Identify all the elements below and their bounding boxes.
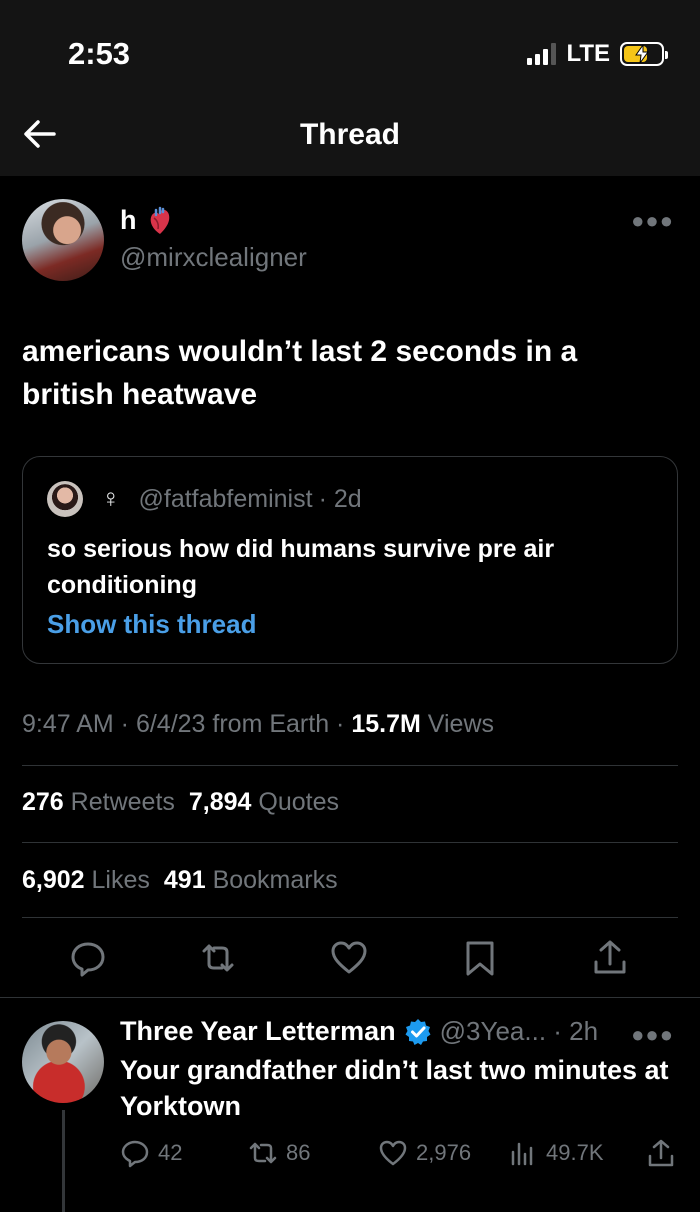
female-sign-icon: ♀	[101, 483, 121, 513]
quote-avatar	[47, 481, 83, 517]
author-row: h	[120, 205, 173, 236]
likes-stat[interactable]: 6,902 Likes	[22, 866, 150, 895]
status-bar: 2:53 LTE	[0, 0, 700, 100]
reply-count: 42	[158, 1140, 183, 1165]
divider	[22, 842, 678, 843]
avatar[interactable]	[22, 199, 104, 281]
author-handle[interactable]: @mirxclealigner	[120, 242, 307, 273]
views-label: Views	[427, 710, 495, 738]
reply-views-button[interactable]: 49.7K	[508, 1138, 604, 1168]
divider	[22, 765, 678, 766]
verified-badge-icon	[405, 1018, 431, 1045]
quote-text: so serious how did humans survive pre ai…	[47, 535, 555, 599]
reply-retweet-button[interactable]: 86	[248, 1138, 310, 1168]
retweet-count: 86	[286, 1140, 311, 1165]
reply-like-button[interactable]: 2,976	[378, 1138, 471, 1168]
retweet-icon[interactable]	[198, 938, 238, 978]
tweet-datetime: 9:47 AM · 6/4/23 from Earth ·	[22, 710, 345, 738]
reply-author-name[interactable]: Three Year Letterman	[120, 1016, 396, 1047]
reply-share-button[interactable]	[646, 1138, 676, 1168]
quote-time: · 2d	[318, 485, 362, 513]
like-icon	[379, 1140, 407, 1166]
show-thread-link[interactable]: Show this thread	[47, 609, 256, 640]
reply-more-options-icon[interactable]: ●●●	[631, 1022, 674, 1048]
signal-icon	[527, 43, 557, 65]
reply-reply-button[interactable]: 42	[120, 1138, 182, 1168]
views-chart-icon	[511, 1142, 533, 1166]
page-title: Thread	[299, 118, 401, 151]
stats-row-retweets: 276 Retweets 7,894 Quotes	[22, 788, 339, 817]
quoted-tweet[interactable]: ♀ @fatfabfeminist · 2d so serious how di…	[22, 456, 678, 664]
battery-icon	[620, 42, 668, 66]
tweet-text: americans wouldn’t last 2 seconds in a b…	[22, 335, 578, 411]
reply-handle-time: @3Yea... · 2h	[439, 1016, 599, 1046]
retweets-stat[interactable]: 276 Retweets	[22, 788, 175, 817]
reply-avatar[interactable]	[22, 1021, 104, 1103]
divider	[22, 917, 678, 918]
like-count: 2,976	[416, 1140, 472, 1165]
quote-header: ♀ @fatfabfeminist · 2d	[101, 483, 362, 514]
bookmarks-stat[interactable]: 491 Bookmarks	[164, 866, 338, 895]
author-name[interactable]: h	[120, 205, 137, 236]
divider	[0, 997, 700, 998]
tweet-actions	[0, 938, 700, 982]
more-options-icon[interactable]: ●●●	[631, 208, 674, 234]
views-count: 49.7K	[546, 1140, 604, 1165]
anatomical-heart-icon	[150, 206, 169, 234]
reply-header: Three Year Letterman @3Yea... · 2h	[120, 1016, 598, 1047]
quotes-stat[interactable]: 7,894 Quotes	[189, 788, 339, 817]
tweet-meta: 9:47 AM · 6/4/23 from Earth · 15.7M View…	[22, 710, 494, 739]
status-indicators: LTE	[527, 40, 668, 68]
views-count: 15.7M	[351, 710, 421, 738]
top-nav: Thread	[0, 100, 700, 176]
retweet-icon	[249, 1142, 277, 1164]
stats-row-likes: 6,902 Likes 491 Bookmarks	[22, 866, 338, 895]
reply-icon[interactable]	[68, 938, 108, 978]
share-icon	[648, 1139, 674, 1167]
reply-icon	[121, 1140, 149, 1168]
like-icon[interactable]	[329, 938, 369, 978]
status-time: 2:53	[68, 36, 131, 71]
quote-handle: @fatfabfeminist	[138, 485, 313, 513]
reply-text: Your grandfather didn’t last two minutes…	[120, 1055, 669, 1121]
bookmark-icon[interactable]	[460, 938, 500, 978]
reply-actions: 42 86 2,976 49.7K	[0, 1138, 700, 1170]
network-label: LTE	[566, 40, 610, 67]
share-icon[interactable]	[590, 938, 630, 978]
